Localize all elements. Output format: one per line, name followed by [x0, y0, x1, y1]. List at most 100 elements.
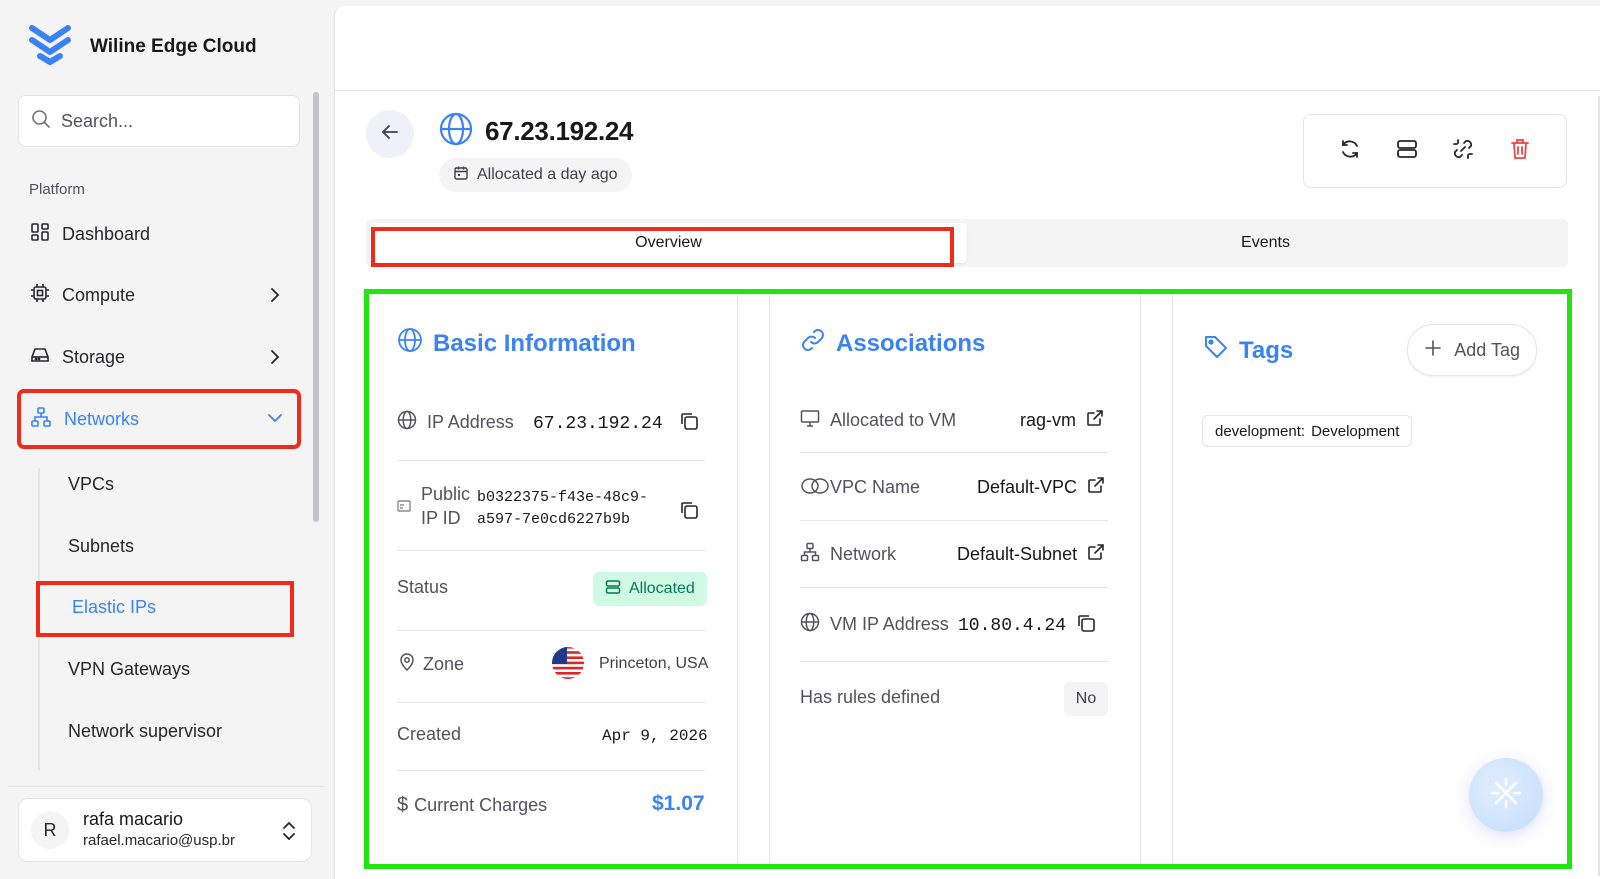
ip-address-row: IP Address: [397, 410, 514, 435]
status-badge: Allocated: [593, 572, 707, 606]
tab-events[interactable]: Events: [967, 223, 1564, 263]
us-flag-icon: [551, 646, 585, 685]
sidebar-item-storage[interactable]: Storage: [18, 329, 300, 385]
created-label: Created: [397, 724, 462, 744]
globe-icon: [397, 327, 423, 360]
public-ip-id-text: b0322375-f43e-48c9- a597-7e0cd6227b9b: [477, 487, 648, 531]
copy-icon[interactable]: [679, 411, 699, 437]
chevron-up-down-icon: [281, 820, 297, 847]
associations-card: Associations Allocated to VM rag-vm VPC …: [769, 294, 1141, 864]
sidebar-item-dashboard[interactable]: Dashboard: [18, 206, 300, 262]
sidebar-item-label: Networks: [64, 408, 140, 429]
arrow-left-icon: [379, 121, 401, 148]
divider: [397, 770, 705, 771]
tag-key: development:: [1215, 422, 1306, 440]
network-icon: [30, 406, 52, 433]
sidebar-item-label: Dashboard: [62, 223, 151, 244]
tab-overview[interactable]: Overview: [370, 223, 967, 263]
delete-button[interactable]: [1502, 133, 1538, 169]
refresh-button[interactable]: [1332, 133, 1368, 169]
section-label-platform: Platform: [29, 181, 85, 198]
status-row: Status: [397, 577, 448, 598]
search-box[interactable]: [18, 95, 300, 147]
created-row: Created: [397, 724, 461, 745]
card-title-text: Basic Information: [433, 329, 636, 357]
allocated-badge: Allocated a day ago: [439, 158, 632, 192]
sparkle-icon: [1488, 775, 1524, 816]
rules-row: Has rules defined: [800, 687, 940, 708]
user-info: rafa macario rafael.macario@usp.br: [83, 808, 235, 852]
sidebar: Wiline Edge Cloud Platform Dashboard Com…: [0, 0, 330, 879]
sidebar-scrollbar[interactable]: [313, 92, 319, 522]
avatar: R: [31, 811, 69, 849]
vpc-label: VPC Name: [830, 477, 921, 497]
sidebar-item-networks[interactable]: Networks: [17, 389, 301, 449]
wiline-logo-icon: [28, 22, 72, 71]
divider: [397, 460, 705, 461]
globe-icon: [439, 112, 473, 151]
network-label: Network: [830, 544, 897, 564]
globe-icon: [397, 410, 417, 435]
divider: [335, 90, 1600, 91]
divider: [800, 520, 1108, 521]
zone-value: Princeton, USA: [599, 655, 709, 672]
sidebar-subitem-vpcs[interactable]: VPCs: [68, 474, 114, 495]
unlink-icon: [1452, 138, 1474, 165]
network-value: Default-Subnet: [957, 544, 1078, 564]
public-ip-id-label: Public IP ID: [421, 482, 470, 530]
vm-ip-row: VM IP Address: [800, 612, 949, 637]
zone-label: Zone: [423, 654, 465, 674]
charges-label: Current Charges: [414, 795, 548, 815]
card-title-text: Tags: [1239, 336, 1294, 364]
basic-info-card: Basic Information IP Address 67.23.192.2…: [369, 294, 738, 864]
public-ip-id-value: b0322375-f43e-48c9- a597-7e0cd6227b9b: [477, 487, 648, 531]
server-button[interactable]: [1389, 133, 1425, 169]
network-icon: [800, 542, 820, 567]
tag-chip[interactable]: development: Development: [1202, 415, 1413, 447]
rules-label: Has rules defined: [800, 687, 941, 707]
sidebar-subitem-vpn-gateways[interactable]: VPN Gateways: [68, 659, 190, 680]
copy-icon[interactable]: [1076, 613, 1096, 639]
app-root: Wiline Edge Cloud Platform Dashboard Com…: [0, 0, 1600, 879]
tag-icon: [1203, 334, 1229, 367]
value-line: a597-7e0cd6227b9b: [477, 511, 631, 528]
sidebar-subitem-network-supervisor[interactable]: Network supervisor: [68, 721, 222, 742]
basic-info-title: Basic Information: [397, 327, 636, 360]
chevron-down-icon: [266, 409, 284, 432]
dashboard-icon: [30, 222, 50, 247]
sidebar-subitem-subnets[interactable]: Subnets: [68, 536, 134, 557]
search-input[interactable]: [61, 110, 281, 132]
assistant-button[interactable]: [1469, 758, 1543, 832]
vm-ip-label: VM IP Address: [830, 614, 949, 634]
created-value: Apr 9, 2026: [602, 727, 708, 745]
chevron-right-icon: [266, 348, 284, 371]
network-value-link[interactable]: Default-Subnet: [957, 543, 1105, 566]
external-link-icon: [1086, 409, 1104, 432]
calendar-icon: [453, 165, 469, 186]
tab-bar: Overview Events: [366, 219, 1568, 267]
network-row: Network: [800, 542, 896, 567]
storage-icon: [30, 345, 50, 370]
copy-icon[interactable]: [679, 500, 699, 525]
tags-title: Tags: [1203, 334, 1293, 367]
add-tag-button[interactable]: Add Tag: [1407, 324, 1537, 376]
associations-title: Associations: [800, 327, 985, 360]
back-button[interactable]: [366, 110, 414, 158]
sidebar-item-compute[interactable]: Compute: [18, 267, 300, 323]
vpc-value-link[interactable]: Default-VPC: [977, 476, 1105, 499]
divider: [397, 702, 705, 703]
ip-address-label: IP Address: [427, 412, 514, 432]
status-text: Allocated: [629, 580, 695, 597]
server-icon: [1396, 138, 1418, 165]
page-header: 67.23.192.24: [439, 112, 634, 151]
charges-value: $1.07: [652, 792, 705, 815]
card-title-text: Associations: [836, 329, 986, 357]
unlink-button[interactable]: [1445, 133, 1481, 169]
tag-value: Development: [1311, 422, 1400, 440]
vm-value-link[interactable]: rag-vm: [1020, 409, 1104, 432]
brand[interactable]: Wiline Edge Cloud: [28, 22, 257, 71]
user-menu[interactable]: R rafa macario rafael.macario@usp.br: [18, 798, 312, 862]
rules-badge: No: [1064, 682, 1108, 716]
allocated-text: Allocated a day ago: [477, 166, 618, 183]
user-name: rafa macario: [83, 809, 184, 829]
